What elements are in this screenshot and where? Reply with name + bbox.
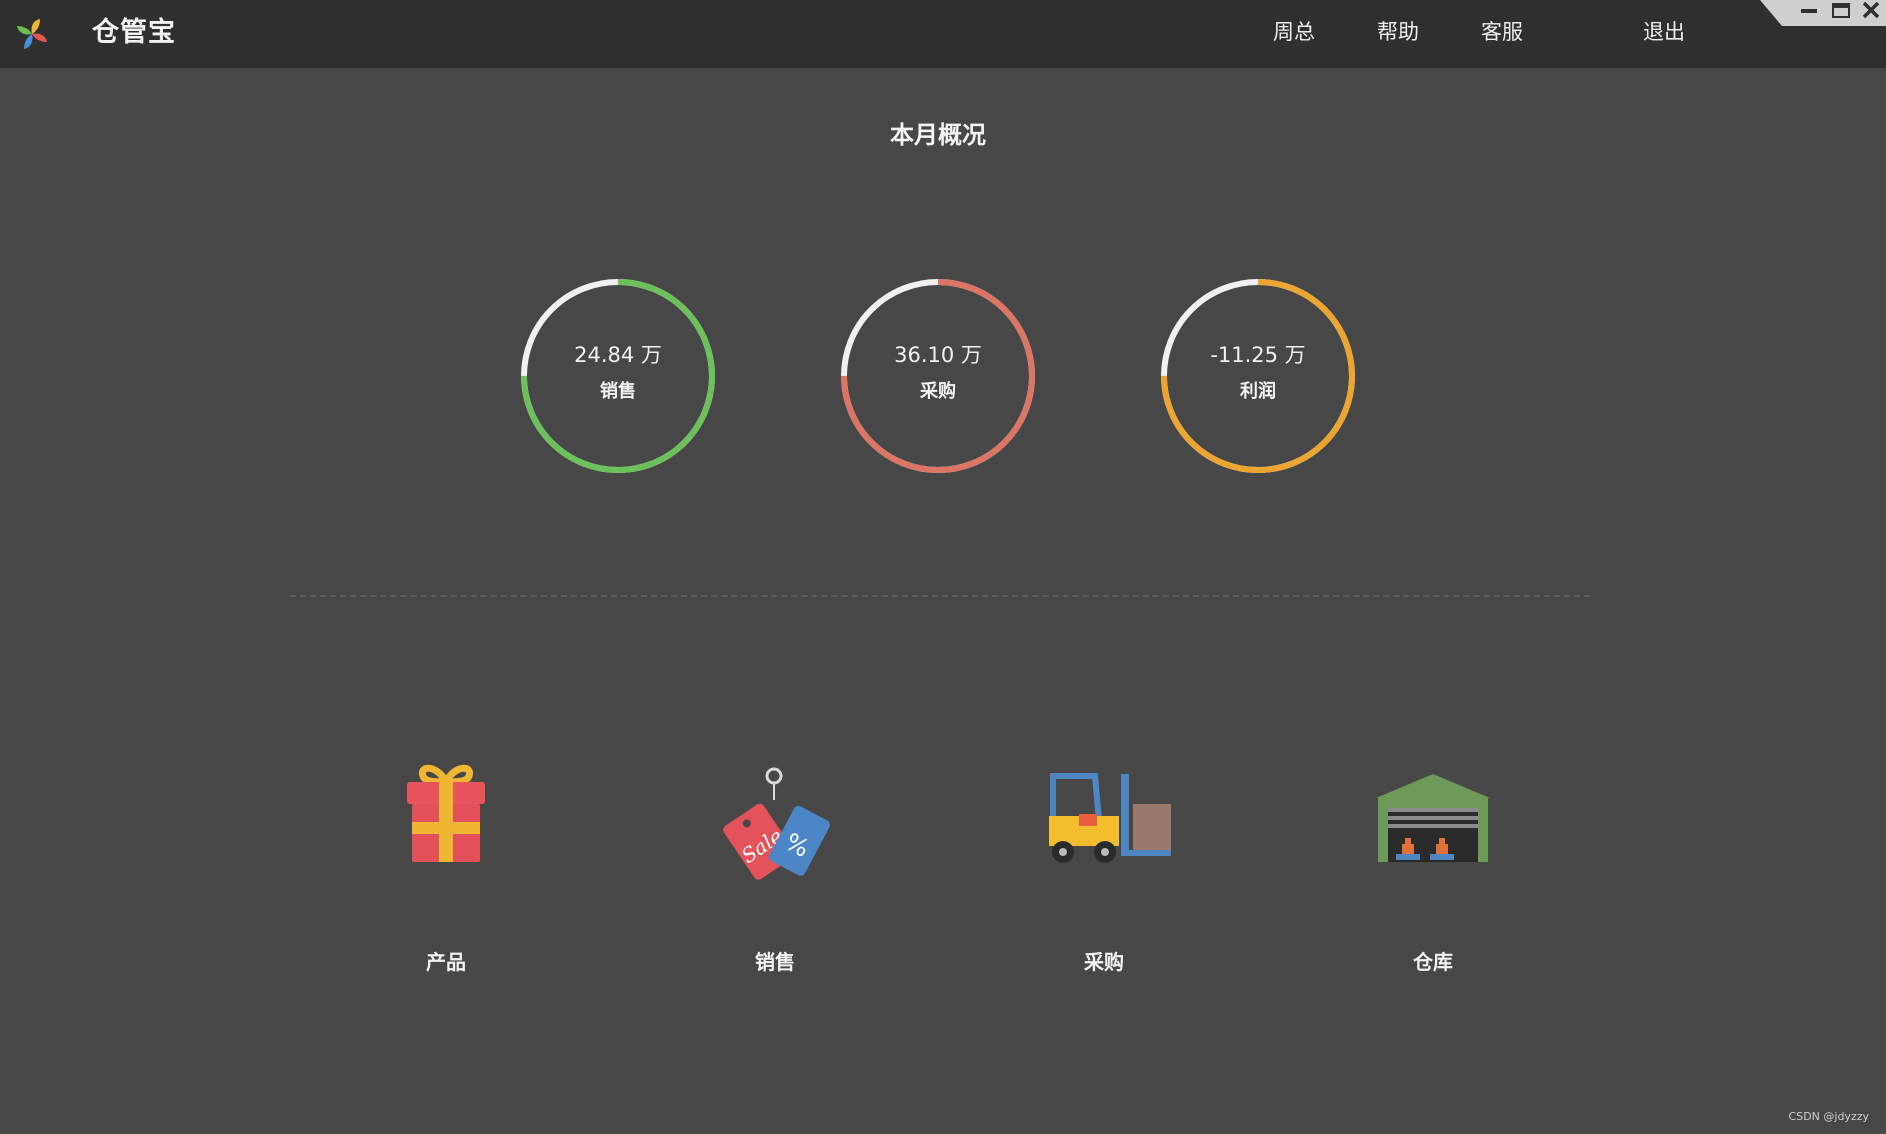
- maximize-icon: [1832, 3, 1850, 18]
- profit-value: -11.25 万: [1210, 343, 1306, 367]
- close-button[interactable]: [1854, 0, 1886, 24]
- purchase-value: 36.10 万: [894, 343, 982, 367]
- minimize-button[interactable]: [1792, 0, 1824, 24]
- purchase-ring-chart: [841, 279, 1035, 473]
- nav-customer-service[interactable]: 客服: [1481, 17, 1523, 47]
- module-sales[interactable]: Sale % 销售: [695, 760, 855, 990]
- watermark: CSDN @jdyzzy: [1788, 1110, 1869, 1123]
- profit-ring-chart: [1161, 279, 1355, 473]
- top-bar: 仓管宝 周总 帮助 客服 退出: [0, 0, 1886, 68]
- nav-logout[interactable]: 退出: [1643, 17, 1685, 47]
- module-purchase-label: 采购: [1084, 950, 1124, 974]
- maximize-button[interactable]: [1824, 0, 1856, 24]
- forklift-icon: [1049, 773, 1171, 863]
- module-warehouse-label: 仓库: [1413, 950, 1453, 974]
- minimize-icon: [1801, 9, 1817, 13]
- module-sales-label: 销售: [755, 950, 795, 974]
- window-controls: [1760, 0, 1886, 26]
- section-divider: [290, 595, 1590, 597]
- nav-weekly-summary[interactable]: 周总: [1273, 17, 1315, 47]
- nav-help[interactable]: 帮助: [1377, 17, 1419, 47]
- module-products[interactable]: 产品: [366, 760, 526, 990]
- app-title: 仓管宝: [92, 17, 176, 48]
- profit-label: 利润: [1240, 381, 1276, 402]
- close-icon: [1862, 1, 1880, 19]
- sales-value: 24.84 万: [574, 343, 662, 367]
- warehouse-icon: [1376, 774, 1490, 862]
- profit-stat-ring: -11.25 万 利润: [1158, 276, 1358, 476]
- logo-icon: [17, 19, 47, 49]
- module-warehouse[interactable]: 仓库: [1353, 760, 1513, 990]
- sales-stat-ring: 24.84 万 销售: [518, 276, 718, 476]
- sales-ring-chart: [521, 279, 715, 473]
- module-products-label: 产品: [426, 950, 466, 974]
- gift-icon: [407, 764, 485, 862]
- overview-title: 本月概况: [890, 121, 986, 149]
- purchase-label: 采购: [920, 381, 956, 402]
- purchase-stat-ring: 36.10 万 采购: [838, 276, 1038, 476]
- sale-tag-icon: Sale %: [723, 767, 830, 880]
- sales-label: 销售: [600, 381, 636, 402]
- module-purchase[interactable]: 采购: [1024, 760, 1184, 990]
